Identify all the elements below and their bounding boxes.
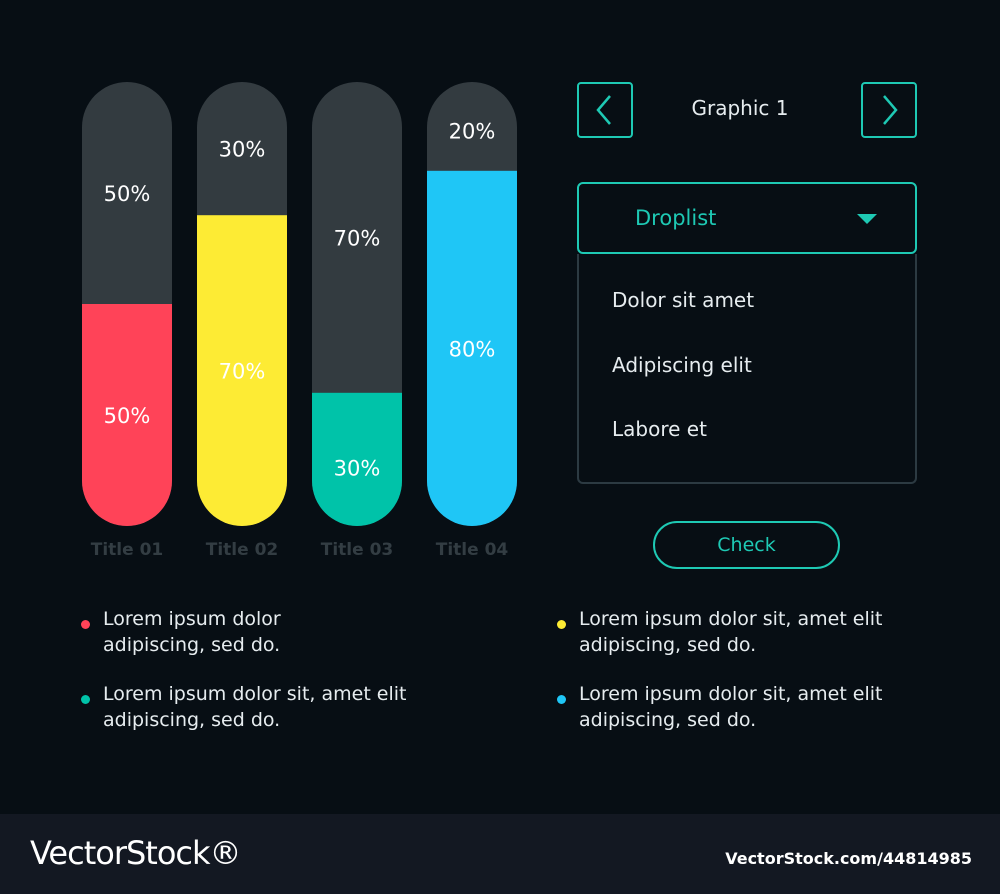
bar-value-label: 80%	[449, 337, 496, 361]
footer-bar: VectorStock® VectorStock.com/44814985	[0, 814, 1000, 894]
category-label: Title 04	[436, 540, 509, 560]
legend-dot	[557, 620, 566, 629]
chevron-left-icon	[596, 95, 611, 125]
legend-text: Lorem ipsum dolor sit, amet elit adipisc…	[579, 683, 883, 731]
bar-value-label: 30%	[334, 456, 381, 480]
droplist-item[interactable]: Dolor sit amet	[612, 288, 754, 312]
legend-dot	[81, 620, 90, 629]
graphic-title: Graphic 1	[691, 96, 789, 120]
bar-remainder-label: 70%	[334, 226, 381, 250]
bar-remainder-label: 30%	[219, 138, 266, 162]
legend-text: Lorem ipsum dolor sit, amet elit adipisc…	[103, 683, 407, 731]
droplist-select[interactable]: Droplist	[577, 182, 917, 254]
bar-chart: 50% 50% Title 01 30% 70% Title 02 70% 30% Title …	[82, 82, 517, 560]
footer-logo: VectorStock®	[30, 834, 242, 872]
bar-remainder-label: 20%	[449, 119, 496, 143]
droplist-item[interactable]: Adipiscing elit	[612, 353, 752, 377]
next-button[interactable]	[861, 82, 917, 138]
category-label: Title 02	[206, 540, 278, 560]
droplist-label: Droplist	[635, 206, 717, 230]
bar-value-label: 70%	[219, 360, 266, 384]
legend-text: Lorem ipsum dolor adipiscing, sed do.	[103, 608, 281, 656]
droplist-item[interactable]: Labore et	[612, 417, 707, 441]
droplist-menu: Dolor sit amet Adipiscing elit Labore et	[577, 254, 917, 484]
category-label: Title 01	[91, 540, 163, 560]
caret-down-icon	[857, 214, 877, 224]
category-label: Title 03	[321, 540, 393, 560]
legend-dot	[557, 695, 566, 704]
bar-value-label: 50%	[104, 404, 151, 428]
legend-dot	[81, 695, 90, 704]
footer-image-id: VectorStock.com/44814985	[725, 849, 972, 868]
legend-text: Lorem ipsum dolor sit, amet elit adipisc…	[579, 608, 883, 656]
check-button[interactable]: Check	[653, 521, 840, 569]
bar-remainder-label: 50%	[104, 182, 151, 206]
chevron-right-icon	[883, 95, 898, 125]
prev-button[interactable]	[577, 82, 633, 138]
